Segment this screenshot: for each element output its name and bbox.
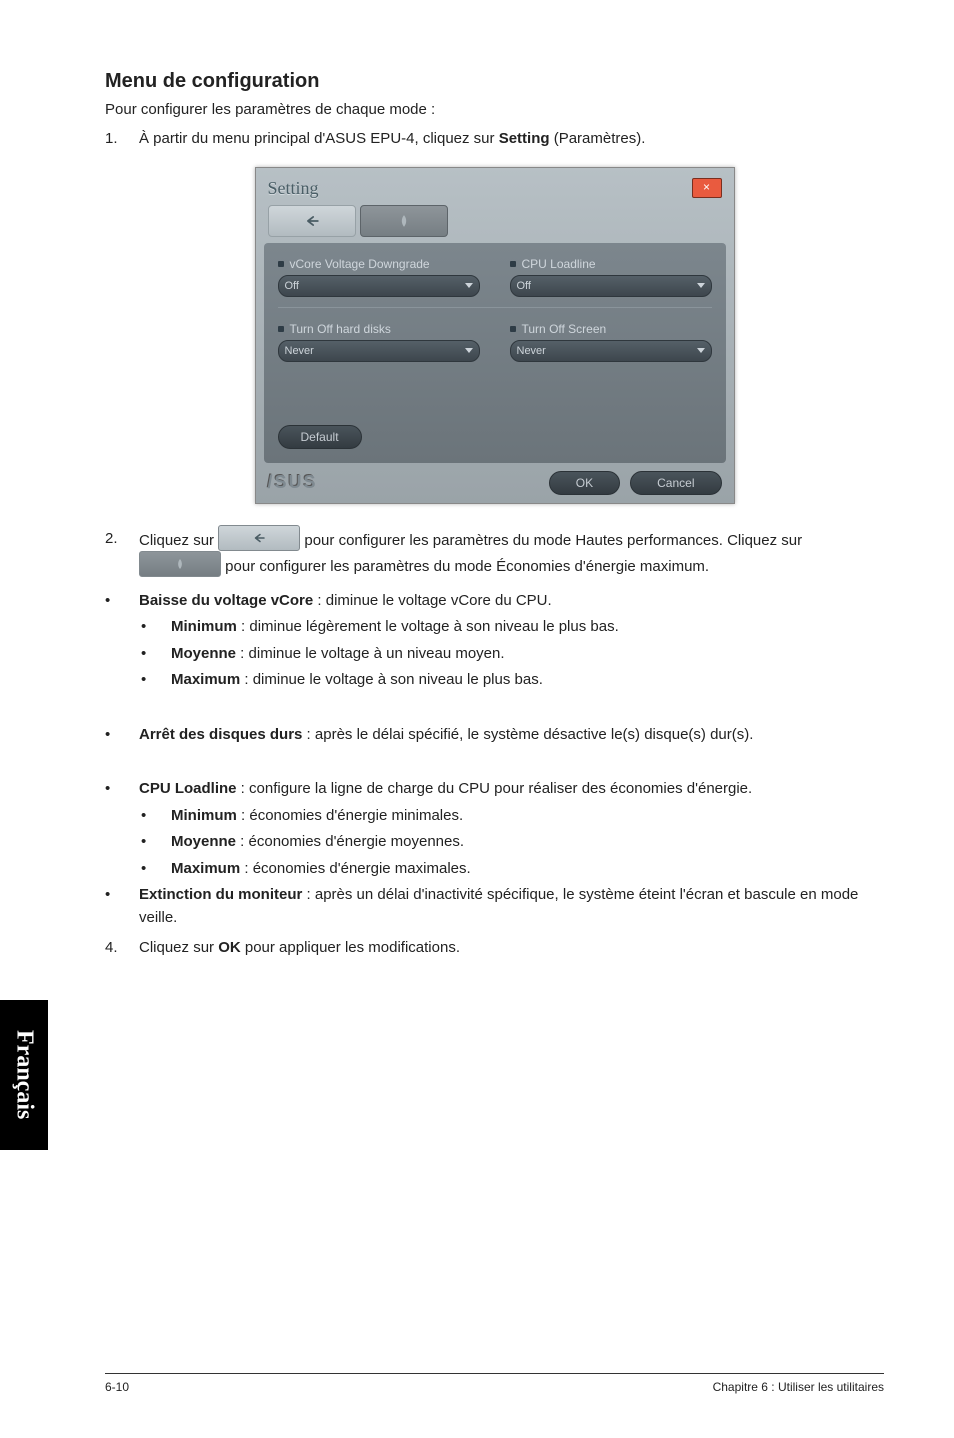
step2-t2: pour configurer les paramètres du mode H… — [304, 531, 802, 548]
loadline-label: CPU Loadline — [510, 257, 712, 271]
hdd-label: Turn Off hard disks — [278, 322, 480, 336]
chevron-down-icon — [465, 283, 473, 288]
bottom-bar: /SUS OK Cancel — [264, 463, 726, 497]
page-number: 6-10 — [105, 1380, 129, 1394]
settings-window: Setting × vCore Voltage Downgrade Off — [255, 167, 735, 504]
step-1: 1. À partir du menu principal d'ASUS EPU… — [105, 128, 884, 151]
tab-high-performance[interactable] — [268, 205, 356, 237]
sub-bullet-minimum-2: • Minimum : économies d'énergie minimale… — [105, 805, 884, 828]
mode-tabs — [264, 205, 726, 243]
chapter-label: Chapitre 6 : Utiliser les utilitaires — [713, 1380, 884, 1394]
bullet-hdd: • Arrêt des disques durs : après le déla… — [105, 724, 884, 747]
step-4: 4. Cliquez sur OK pour appliquer les mod… — [105, 937, 884, 960]
sub-bullet-minimum: • Minimum : diminue légèrement le voltag… — [105, 616, 884, 639]
section-title: Menu de configuration — [105, 70, 884, 93]
step2-t1: Cliquez sur — [139, 531, 218, 548]
sub-bullet-moyenne-2: • Moyenne : économies d'énergie moyennes… — [105, 831, 884, 854]
vcore-label: vCore Voltage Downgrade — [278, 257, 480, 271]
cancel-button[interactable]: Cancel — [630, 471, 721, 495]
sub-bullet-moyenne: • Moyenne : diminue le voltage à un nive… — [105, 643, 884, 666]
window-title: Setting — [268, 178, 319, 199]
step1-pre: À partir du menu principal d'ASUS EPU-4,… — [139, 130, 499, 147]
bullet-monitor: • Extinction du moniteur : après un déla… — [105, 884, 884, 929]
settings-panel: vCore Voltage Downgrade Off CPU Loadline… — [264, 243, 726, 463]
arrow-left-icon — [305, 214, 319, 228]
intro-text: Pour configurer les paramètres de chaque… — [105, 101, 884, 118]
step-number: 4. — [105, 937, 139, 960]
inline-high-perf-icon — [218, 525, 300, 551]
ok-button[interactable]: OK — [549, 471, 620, 495]
language-tab: Français — [0, 1000, 48, 1150]
step2-t3: pour configurer les paramètres du mode É… — [225, 557, 709, 574]
step1-bold: Setting — [499, 130, 550, 147]
bullet-vcore: • Baisse du voltage vCore : diminue le v… — [105, 590, 884, 613]
screen-select[interactable]: Never — [510, 340, 712, 362]
loadline-select[interactable]: Off — [510, 275, 712, 297]
step-2: 2. Cliquez sur pour configurer les param… — [105, 528, 884, 580]
chevron-down-icon — [697, 348, 705, 353]
step-number: 2. — [105, 528, 139, 580]
vcore-select[interactable]: Off — [278, 275, 480, 297]
sub-bullet-maximum-2: • Maximum : économies d'énergie maximale… — [105, 858, 884, 881]
leaf-icon — [397, 214, 411, 228]
chevron-down-icon — [465, 348, 473, 353]
brand-logo: /SUS — [268, 472, 318, 493]
close-button[interactable]: × — [692, 178, 722, 198]
sub-bullet-maximum: • Maximum : diminue le voltage à son niv… — [105, 669, 884, 692]
step1-post: (Paramètres). — [550, 130, 646, 147]
screen-label: Turn Off Screen — [510, 322, 712, 336]
chevron-down-icon — [697, 283, 705, 288]
bullet-loadline: • CPU Loadline : configure la ligne de c… — [105, 778, 884, 801]
step-number: 1. — [105, 128, 139, 151]
tab-max-energy-saving[interactable] — [360, 205, 448, 237]
page-footer: 6-10 Chapitre 6 : Utiliser les utilitair… — [105, 1373, 884, 1394]
inline-eco-icon — [139, 551, 221, 577]
default-button[interactable]: Default — [278, 425, 362, 449]
titlebar: Setting × — [264, 176, 726, 205]
hdd-select[interactable]: Never — [278, 340, 480, 362]
